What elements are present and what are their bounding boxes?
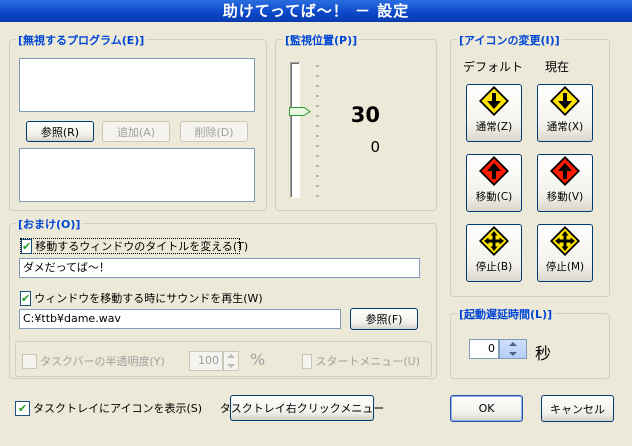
add-program-button[interactable]: 追加(A) — [102, 121, 170, 142]
move-arrow-up-icon — [479, 156, 509, 186]
monitor-position-slider[interactable] — [285, 60, 327, 200]
play-sound-checkbox[interactable]: ✔ — [20, 290, 32, 306]
browse-program-button[interactable]: 参照(R) — [26, 121, 94, 142]
icon-change-label: [アイコンの変更(I)] — [457, 32, 562, 48]
ignore-program-list[interactable] — [19, 58, 255, 112]
monitor-position-sub-value: 0 — [370, 138, 380, 156]
normal-default-icon-button[interactable]: 通常(Z) — [466, 84, 522, 142]
change-title-checkbox[interactable]: ✔ — [21, 238, 33, 254]
stop-current-icon-button[interactable]: 停止(M) — [537, 224, 593, 282]
slider-track — [290, 62, 300, 198]
spin-down-icon[interactable] — [227, 364, 235, 368]
start-menu-checkbox[interactable] — [302, 353, 313, 369]
taskbar-transparency-input[interactable]: 100 — [189, 351, 223, 371]
taskbar-transparency-checkbox[interactable] — [22, 353, 37, 369]
window-title-input[interactable]: ダメだってば～！ — [19, 258, 420, 278]
stop-default-icon-button[interactable]: 停止(B) — [466, 224, 522, 282]
change-title-checkbox-row[interactable]: ✔ 移動するウィンドウのタイトルを変える(T) — [20, 238, 248, 254]
ok-button[interactable]: OK — [450, 395, 523, 422]
title-bar[interactable]: 助けてってば～！ － 設定 — [0, 0, 632, 22]
spin-up-icon[interactable] — [227, 354, 235, 358]
normal-current-icon-button[interactable]: 通常(X) — [537, 84, 593, 142]
extras-label: [おまけ(O)] — [16, 216, 83, 232]
sound-path-input[interactable]: C:¥ttb¥dame.wav — [19, 309, 341, 329]
tray-icon-row[interactable]: ✔ タスクトレイにアイコンを表示(S) — [15, 400, 205, 416]
monitor-position-value: 30 — [350, 103, 380, 127]
move-default-icon-button[interactable]: 移動(C) — [466, 154, 522, 212]
spin-down-icon[interactable] — [509, 352, 517, 356]
tray-icon-checkbox[interactable]: ✔ — [15, 400, 30, 416]
stop-cross-arrows-icon — [550, 226, 580, 256]
ignore-programs-label: [無視するプログラム(E)] — [16, 32, 147, 48]
normal-arrow-down-icon — [479, 86, 509, 116]
default-column-header: デフォルト — [463, 60, 524, 74]
taskbar-transparency-row[interactable]: タスクバーの半透明度(Y) — [22, 353, 182, 369]
normal-arrow-down-icon — [550, 86, 580, 116]
slider-ticks — [316, 65, 319, 197]
startup-delay-input[interactable]: 0 — [469, 339, 499, 359]
current-column-header: 現在 — [545, 60, 570, 74]
slider-thumb[interactable] — [289, 106, 311, 116]
delete-program-button[interactable]: 削除(D) — [180, 121, 248, 142]
taskbar-transparency-spinner[interactable] — [223, 351, 239, 371]
sound-checkbox-row[interactable]: ✔ ウィンドウを移動する時にサウンドを再生(W) — [20, 290, 263, 306]
move-current-icon-button[interactable]: 移動(V) — [537, 154, 593, 212]
percent-sign: % — [250, 350, 266, 369]
slider-thumb-shape — [289, 106, 311, 116]
spin-up-icon[interactable] — [509, 342, 517, 346]
seconds-unit: 秒 — [535, 344, 552, 363]
browse-sound-button[interactable]: 参照(F) — [350, 308, 418, 330]
window-title: 助けてってば～！ － 設定 — [222, 2, 410, 20]
startup-delay-spinner[interactable] — [499, 339, 527, 359]
startup-delay-label: [起動遅延時間(L)] — [457, 306, 555, 322]
stop-cross-arrows-icon — [479, 226, 509, 256]
ignore-program-detail-list[interactable] — [19, 148, 255, 202]
start-menu-row[interactable]: スタートメニュー(U) — [302, 353, 420, 369]
cancel-button[interactable]: キャンセル — [541, 395, 614, 422]
move-arrow-up-icon — [550, 156, 580, 186]
tray-menu-button[interactable]: タスクトレイ右クリックメニュー — [220, 395, 384, 421]
monitor-position-label: [監視位置(P)] — [283, 32, 360, 48]
